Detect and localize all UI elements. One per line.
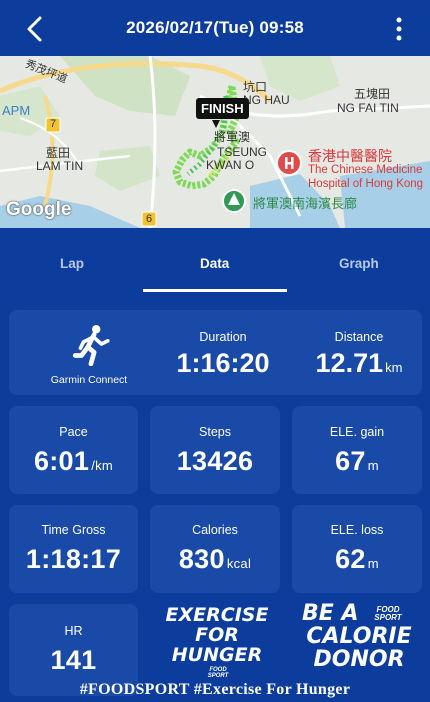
running-person-icon	[72, 325, 110, 366]
map-label-tko-en2: KWAN O	[206, 158, 255, 172]
pace-label: Pace	[59, 425, 88, 439]
calories-value: 830	[178, 544, 225, 574]
pace-unit: /km	[91, 458, 114, 473]
promo-donor-line1: BE A	[302, 601, 359, 626]
calories-card: Calories 830 kcal	[150, 505, 280, 593]
ele-loss-label: ELE. loss	[330, 523, 384, 537]
tab-lap[interactable]: Lap	[60, 256, 84, 271]
ele-gain-label: ELE. gain	[329, 425, 385, 439]
hr-label: HR	[64, 624, 83, 638]
promo-exercise-line1: EXERCISE	[165, 604, 269, 626]
map-label-tko-cn: 將軍澳	[214, 130, 251, 144]
steps-label: Steps	[199, 425, 231, 439]
ele-gain-unit: m	[367, 458, 379, 473]
hospital-label-en: The Chinese Medicine Hospital of Hong Ko…	[308, 164, 424, 190]
route-7-shield: 7	[50, 118, 57, 130]
distance-value-wrap: 12.71 km	[299, 348, 419, 379]
distance-label: Distance	[334, 330, 384, 344]
map-label-ng-fai-tin-en: NG FAI TIN	[337, 101, 399, 115]
source-label: Garmin Connect	[50, 374, 128, 386]
map-label-apm: APM	[2, 103, 31, 118]
promo-donor-foodsport-logo: FOOD SPORT	[374, 605, 402, 622]
summary-card: Garmin Connect Duration 1:16:20 Distance…	[9, 310, 422, 395]
calories-label: Calories	[192, 523, 238, 537]
promo-donor-line2: CALORIE	[306, 624, 412, 649]
time-gross-card: Time Gross 1:18:17	[9, 505, 138, 593]
exercise-for-hunger-logo: EXERCISE FOR HUNGER FOOD SPORT	[152, 604, 282, 680]
distance-unit: km	[385, 360, 403, 375]
route-6-shield: 6	[146, 213, 153, 225]
promo-exercise-foodsport-logo: FOOD SPORT	[207, 667, 229, 679]
active-tab-indicator	[143, 289, 287, 292]
activity-datetime-title: 2026/02/17(Tue) 09:58	[126, 18, 304, 37]
duration-label: Duration	[199, 330, 247, 344]
time-gross-label: Time Gross	[41, 523, 106, 537]
map-label-ng-fai-tin-cn: 五塊田	[354, 87, 391, 101]
map-label-lam-tin-en: LAM TIN	[36, 159, 84, 173]
promo-exercise-line3: HUNGER	[171, 644, 263, 666]
tab-graph[interactable]: Graph	[339, 256, 379, 271]
map-label-hang-hau-en: NG HAU	[243, 93, 290, 107]
pace-value: 6:01	[33, 446, 90, 476]
ele-loss-value: 62	[335, 544, 366, 574]
calories-unit: kcal	[226, 556, 252, 571]
hashtag-footer: #FOODSPORT #Exercise For Hunger	[79, 681, 351, 698]
hospital-label-cn: 香港中醫醫院	[308, 148, 392, 164]
pace-value-wrap: 6:01/km	[9, 446, 138, 477]
finish-marker: FINISH	[196, 98, 249, 119]
promo-donor-line3: DONOR	[313, 647, 405, 672]
ele-gain-card: ELE. gain 67 m	[292, 406, 422, 494]
ele-loss-unit: m	[367, 556, 379, 571]
ele-loss-card: ELE. loss 62 m	[292, 505, 422, 593]
park-label: 將軍澳南海濱長廊	[253, 196, 358, 211]
ele-gain-value: 67	[335, 446, 366, 476]
time-gross-value: 1:18:17	[25, 544, 122, 574]
distance-value: 12.71	[315, 348, 384, 378]
calories-value-wrap: 830 kcal	[150, 544, 280, 575]
tab-bar: Lap Data Graph	[0, 228, 430, 292]
route-map[interactable]: 秀茂坪道 APM 7 藍田 LAM TIN 坑口 NG HAU 將軍澳 TSEU…	[0, 56, 430, 228]
pace-card: Pace 6:01/km	[9, 406, 138, 494]
hr-value: 141	[50, 645, 97, 675]
steps-card: Steps 13426	[150, 406, 280, 494]
google-attribution-logo: Google	[6, 199, 72, 220]
steps-value: 13426	[176, 446, 254, 476]
tab-data[interactable]: Data	[200, 256, 229, 271]
ele-gain-value-wrap: 67 m	[292, 446, 422, 477]
ele-loss-value-wrap: 62 m	[292, 544, 422, 575]
top-bar: 2026/02/17(Tue) 09:58	[0, 0, 430, 56]
be-a-calorie-donor-logo: BE A FOOD SPORT CALORIE DONOR	[296, 601, 422, 680]
more-vertical-icon[interactable]	[394, 16, 404, 42]
duration-value: 1:16:20	[176, 348, 270, 378]
promo-exercise-line2: FOR	[195, 624, 239, 646]
